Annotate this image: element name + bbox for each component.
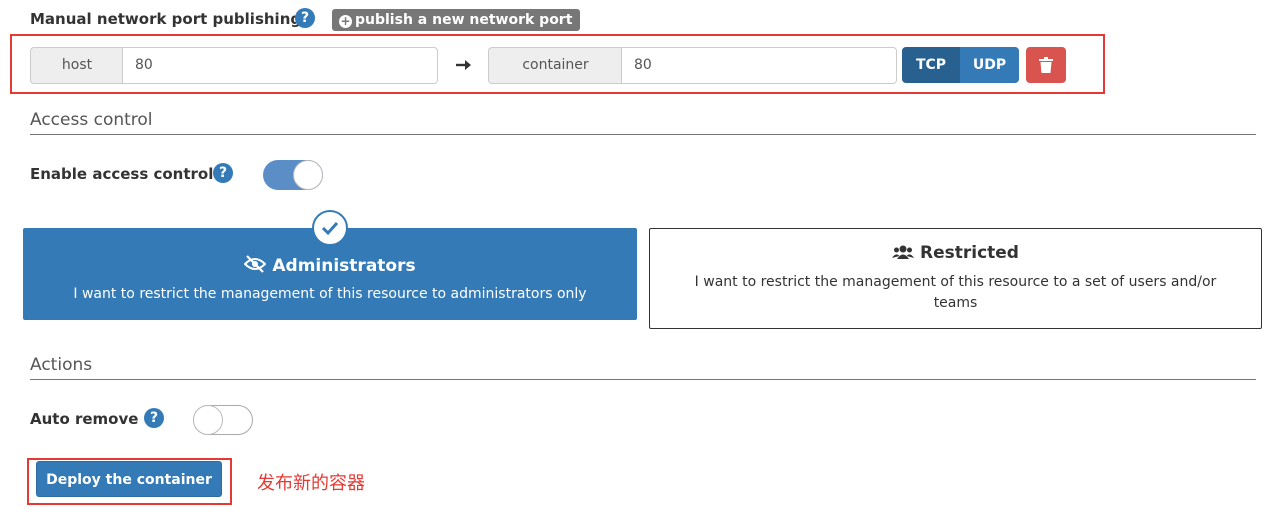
container-addon: container	[488, 47, 622, 84]
auto-remove-label: Auto remove	[30, 410, 139, 428]
annotation-text: 发布新的容器	[257, 473, 365, 494]
deploy-container-button[interactable]: Deploy the container	[36, 461, 222, 497]
help-icon[interactable]: ?	[144, 408, 164, 428]
restricted-description-line2: teams	[933, 295, 978, 311]
selected-check-icon	[312, 210, 348, 246]
restricted-title: Restricted	[920, 243, 1019, 263]
publish-port-button[interactable]: + publish a new network port	[332, 9, 581, 31]
container-port-input[interactable]: 80	[621, 47, 897, 84]
help-icon[interactable]: ?	[213, 163, 233, 183]
administrators-description: I want to restrict the management of thi…	[73, 286, 587, 302]
administrators-title-row: Administrators	[23, 255, 637, 276]
access-control-heading: Access control	[30, 110, 153, 130]
actions-heading: Actions	[30, 355, 93, 375]
restricted-option[interactable]: Restricted I want to restrict the manage…	[649, 228, 1262, 329]
toggle-knob	[293, 160, 323, 190]
access-control-toggle[interactable]	[263, 160, 323, 190]
toggle-knob	[193, 405, 223, 435]
section-divider	[30, 134, 1256, 135]
arrow-right-icon	[454, 55, 474, 75]
protocol-udp-button[interactable]: UDP	[960, 47, 1019, 83]
trash-icon	[1039, 57, 1053, 73]
protocol-tcp-button[interactable]: TCP	[902, 47, 960, 83]
plus-circle-icon: +	[339, 14, 352, 28]
restricted-description-line1: I want to restrict the management of thi…	[694, 274, 1217, 290]
help-icon[interactable]: ?	[295, 8, 315, 28]
users-icon	[892, 245, 914, 259]
host-addon: host	[30, 47, 123, 84]
administrators-title: Administrators	[272, 256, 416, 276]
enable-access-control-label: Enable access control	[30, 165, 214, 183]
section-divider	[30, 379, 1256, 380]
eye-slash-icon	[243, 255, 267, 273]
port-publishing-label: Manual network port publishing	[30, 10, 302, 28]
remove-port-button[interactable]	[1026, 47, 1066, 83]
auto-remove-toggle[interactable]	[193, 405, 253, 435]
publish-port-label: publish a new network port	[355, 12, 573, 28]
restricted-title-row: Restricted	[650, 243, 1261, 263]
host-port-input[interactable]: 80	[122, 47, 438, 84]
